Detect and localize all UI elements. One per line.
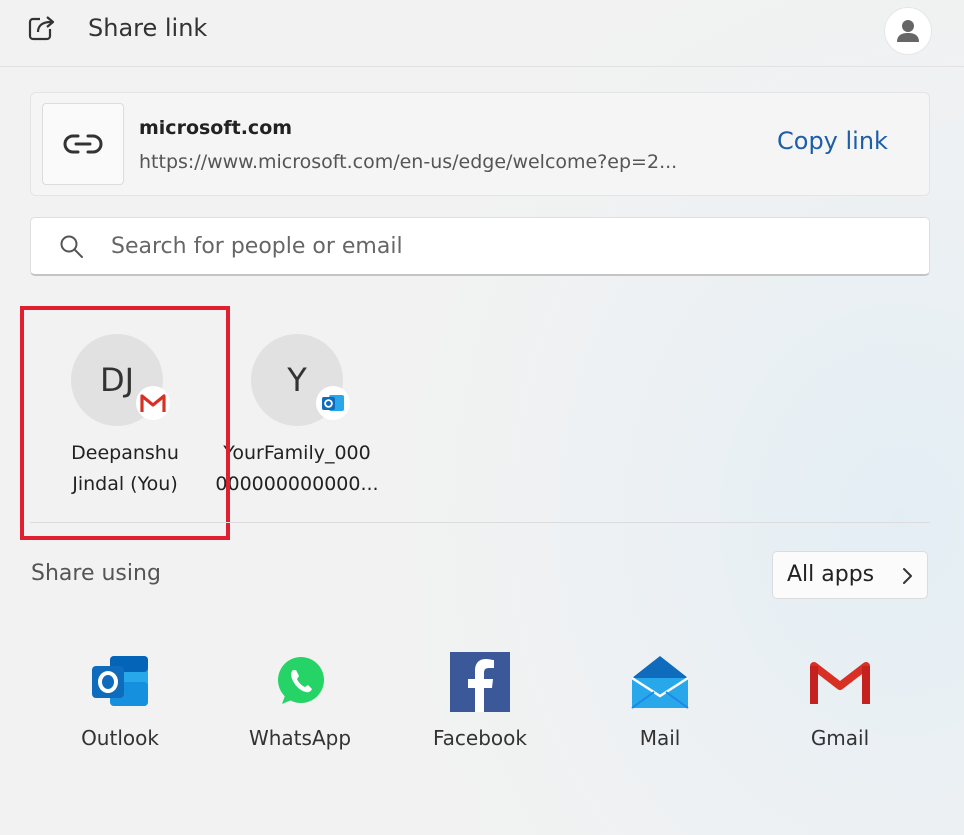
contact-badge	[136, 386, 170, 420]
link-thumbnail	[42, 103, 124, 185]
contact-yourfamily[interactable]: Y YourFamily_000 000000000000...	[202, 334, 392, 504]
search-input[interactable]	[109, 226, 893, 266]
outlook-icon	[322, 395, 344, 411]
link-site: microsoft.com	[139, 117, 293, 139]
app-label: Facebook	[433, 726, 527, 750]
share-using-label: Share using	[31, 561, 161, 586]
app-gmail[interactable]: Gmail	[760, 652, 920, 762]
contact-deepanshu[interactable]: DJ Deepanshu Jindal (You)	[30, 334, 220, 504]
mail-icon	[631, 656, 689, 709]
copy-link-button[interactable]: Copy link	[777, 127, 888, 155]
gmail-icon	[140, 394, 166, 412]
divider	[30, 522, 930, 523]
link-icon	[63, 134, 103, 154]
contact-name: Deepanshu Jindal (You)	[71, 442, 179, 495]
search-icon	[60, 235, 83, 258]
link-card: microsoft.com https://www.microsoft.com/…	[30, 92, 930, 196]
page-title: Share link	[88, 14, 208, 42]
facebook-icon	[450, 652, 510, 712]
account-icon	[897, 20, 919, 42]
app-whatsapp[interactable]: WhatsApp	[220, 652, 380, 762]
all-apps-button[interactable]: All apps	[772, 551, 928, 599]
app-label: WhatsApp	[248, 726, 352, 750]
outlook-icon	[92, 656, 148, 706]
app-label: Mail	[639, 726, 681, 750]
title-bar: Share link	[0, 0, 964, 67]
app-outlook[interactable]: Outlook	[40, 652, 200, 762]
share-icon	[28, 15, 56, 41]
contact-name: YourFamily_000 000000000000...	[215, 442, 379, 495]
link-url: https://www.microsoft.com/en-us/edge/wel…	[139, 151, 678, 173]
app-label: Outlook	[81, 726, 159, 750]
contact-badge	[316, 386, 350, 420]
all-apps-label: All apps	[787, 562, 875, 587]
app-facebook[interactable]: Facebook	[400, 652, 560, 762]
app-mail[interactable]: Mail	[580, 652, 740, 762]
account-avatar[interactable]	[884, 7, 932, 55]
chevron-right-icon	[903, 568, 912, 584]
search-box	[30, 217, 930, 276]
gmail-icon	[810, 662, 870, 704]
whatsapp-icon	[278, 657, 324, 704]
app-label: Gmail	[810, 726, 870, 750]
